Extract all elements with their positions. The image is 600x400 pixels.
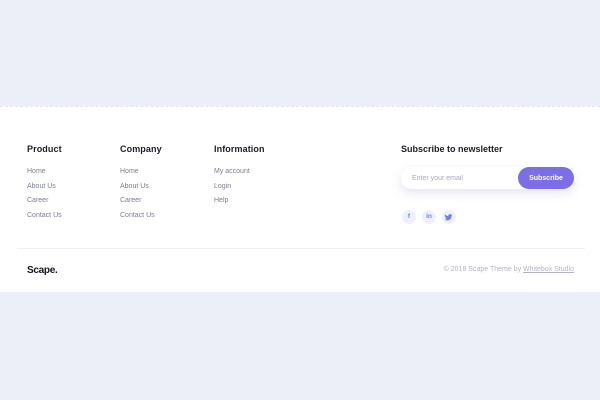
copyright-text: © 2018 Scape Theme by Whitebox Studio <box>444 266 574 273</box>
footer-link-home[interactable]: Home <box>120 168 162 183</box>
footer-link-home[interactable]: Home <box>27 168 62 183</box>
column-title: Company <box>120 144 162 154</box>
column-title: Information <box>214 144 265 154</box>
footer-link-career[interactable]: Career <box>27 197 62 212</box>
subscribe-form: Subscribe <box>401 167 574 189</box>
newsletter-section: Subscribe to newsletter Subscribe f in <box>401 144 581 224</box>
link-list: My account Login Help <box>214 168 265 212</box>
footer-link-my-account[interactable]: My account <box>214 168 265 183</box>
link-list: Home About Us Career Contact Us <box>27 168 62 226</box>
footer-link-login[interactable]: Login <box>214 183 265 198</box>
footer-link-about-us[interactable]: About Us <box>120 183 162 198</box>
footer-link-contact-us[interactable]: Contact Us <box>120 212 162 227</box>
twitter-icon[interactable] <box>442 210 456 224</box>
column-title: Product <box>27 144 62 154</box>
email-input[interactable] <box>412 172 512 184</box>
footer-link-help[interactable]: Help <box>214 197 265 212</box>
footer-link-about-us[interactable]: About Us <box>27 183 62 198</box>
footer-column-information: Information My account Login Help <box>214 144 265 212</box>
site-footer: Product Home About Us Career Contact Us … <box>0 106 600 292</box>
link-list: Home About Us Career Contact Us <box>120 168 162 226</box>
footer-divider <box>17 248 585 249</box>
linkedin-icon[interactable]: in <box>422 210 436 224</box>
footer-link-career[interactable]: Career <box>120 197 162 212</box>
twitter-bird-glyph <box>444 214 453 221</box>
scape-logo[interactable]: Scape. <box>27 265 58 276</box>
newsletter-title: Subscribe to newsletter <box>401 144 503 154</box>
footer-link-contact-us[interactable]: Contact Us <box>27 212 62 227</box>
copyright-prefix: © 2018 Scape Theme by <box>443 266 524 273</box>
studio-link[interactable]: Whitebox Studio <box>523 266 574 273</box>
subscribe-button[interactable]: Subscribe <box>518 167 574 189</box>
facebook-icon[interactable]: f <box>402 210 416 224</box>
footer-column-company: Company Home About Us Career Contact Us <box>120 144 162 226</box>
footer-column-product: Product Home About Us Career Contact Us <box>27 144 62 226</box>
